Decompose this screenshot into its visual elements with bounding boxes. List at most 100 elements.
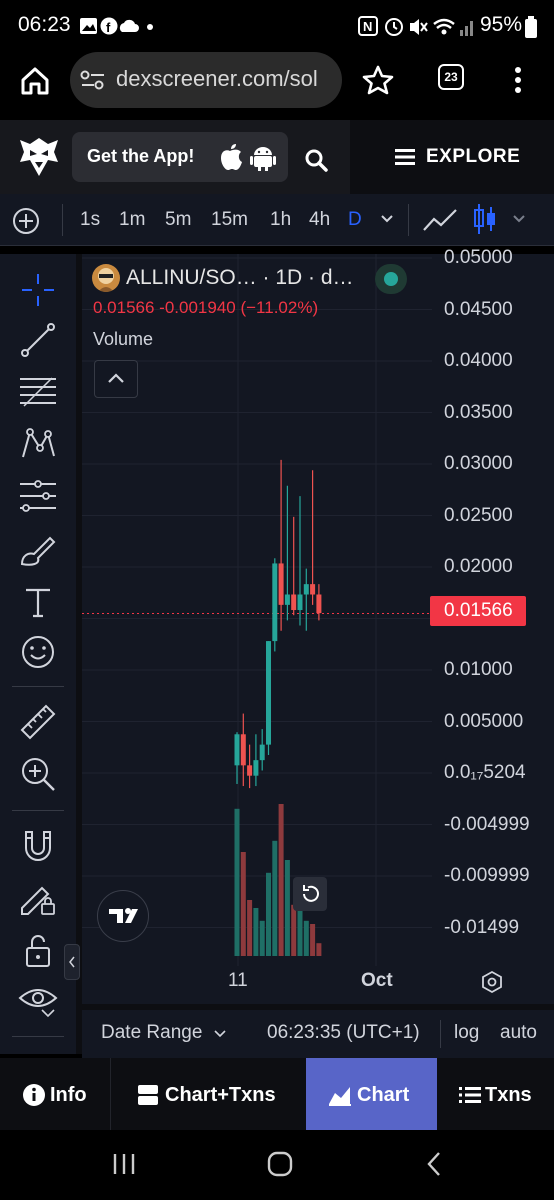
range-bar: Date Range 06:23:35 (UTC+1) log auto — [82, 1010, 554, 1058]
nav-txns[interactable]: Txns — [437, 1058, 554, 1130]
emoji-icon[interactable] — [18, 632, 58, 672]
volume-label: Volume — [93, 329, 154, 349]
legend-title[interactable]: ALLINU/SO… · 1D · d… — [126, 266, 354, 290]
date-range-button[interactable]: Date Range — [101, 1022, 202, 1044]
browser-toolbar: dexscreener.com/sol 23 — [0, 52, 554, 120]
visibility-icon[interactable] — [18, 980, 58, 1020]
nav-chart-txns-label: Chart+Txns — [165, 1084, 276, 1106]
candle-body — [253, 760, 259, 776]
fib-lines-icon[interactable] — [18, 372, 58, 412]
timeframe-15m[interactable]: 15m — [211, 209, 248, 231]
explore-button[interactable]: EXPLORE — [350, 120, 554, 194]
volume-bar — [291, 904, 297, 956]
log-scale-toggle[interactable]: log — [454, 1022, 479, 1044]
trend-line-icon[interactable] — [18, 320, 58, 360]
recent-apps-icon[interactable] — [112, 1152, 138, 1176]
reset-icon — [303, 885, 319, 902]
unlock-icon[interactable] — [18, 930, 58, 970]
clock-timezone[interactable]: 06:23:35 (UTC+1) — [267, 1022, 420, 1044]
collapse-legend-button[interactable] — [94, 360, 138, 398]
volume-bar — [297, 904, 303, 956]
site-header: Get the App! EXPLORE — [0, 120, 554, 194]
divider — [12, 1036, 64, 1037]
price-scale-label: -0.009999 — [444, 865, 530, 886]
divider — [440, 1020, 441, 1048]
chart-settings-icon[interactable] — [480, 970, 504, 994]
site-settings-icon[interactable] — [80, 69, 106, 91]
status-bar: 06:23 f N 95% — [0, 0, 554, 52]
explore-label: EXPLORE — [426, 146, 521, 167]
magnet-icon[interactable] — [18, 826, 58, 866]
chevron-down-icon[interactable] — [512, 214, 526, 224]
timeframe-d[interactable]: D — [348, 209, 362, 231]
chevron-left-icon — [69, 956, 75, 968]
area-chart-icon — [329, 1087, 351, 1106]
home-icon[interactable] — [20, 66, 50, 96]
price-scale-label: 0.05000 — [444, 247, 513, 268]
price-scale-label: 0.03000 — [444, 453, 513, 474]
price-scale-label: 0.03500 — [444, 401, 513, 423]
nav-info[interactable]: Info — [0, 1058, 110, 1130]
dexscreener-logo-icon[interactable] — [18, 134, 60, 178]
timeframe-1m[interactable]: 1m — [119, 209, 145, 231]
projection-icon[interactable] — [18, 476, 58, 516]
collapse-toolbar-button[interactable] — [64, 944, 80, 980]
candle-body — [266, 641, 271, 745]
candle-body — [284, 594, 290, 605]
volume-bar — [247, 900, 253, 956]
timeframe-5m[interactable]: 5m — [165, 209, 191, 231]
price-scale-label: 0.01000 — [444, 659, 513, 680]
address-bar[interactable]: dexscreener.com/sol — [70, 52, 342, 108]
volume-bar — [240, 852, 246, 956]
price-scale-label: -0.004999 — [444, 813, 530, 835]
chevron-down-icon[interactable] — [380, 214, 394, 224]
apple-icon — [221, 144, 242, 170]
candle-chart-type-icon[interactable] — [472, 202, 498, 236]
search-icon[interactable] — [304, 148, 328, 172]
pattern-icon[interactable] — [18, 424, 58, 464]
add-indicator-icon[interactable] — [12, 207, 40, 235]
volume-bar — [316, 943, 322, 956]
svg-text:N: N — [363, 19, 372, 34]
more-menu-icon[interactable] — [512, 66, 524, 96]
chevron-down-icon[interactable] — [214, 1030, 226, 1038]
timeframe-1h[interactable]: 1h — [270, 209, 291, 231]
nav-info-label: Info — [50, 1084, 87, 1106]
lock-drawings-icon[interactable] — [18, 878, 58, 918]
bookmark-star-icon[interactable] — [362, 65, 394, 95]
price-scale-label: 0.04500 — [444, 298, 513, 320]
brush-icon[interactable] — [18, 530, 58, 570]
current-price-badge: 0.01566 — [430, 596, 526, 626]
home-button-icon[interactable] — [266, 1150, 294, 1178]
current-price-value: 0.01566 — [444, 600, 513, 621]
reset-chart-button[interactable] — [293, 877, 327, 911]
svg-text:f: f — [106, 20, 111, 35]
divider — [408, 204, 409, 236]
candle-body — [259, 744, 265, 761]
nav-chart-txns[interactable]: Chart+Txns — [110, 1058, 306, 1130]
tab-switcher-button[interactable]: 23 — [438, 64, 464, 90]
volume-bar — [278, 804, 284, 956]
timeframe-1s[interactable]: 1s — [80, 209, 100, 231]
volume-bar — [253, 908, 259, 956]
bottom-nav: Info Chart+Txns Chart Txns — [0, 1058, 554, 1130]
candle-body — [278, 563, 284, 605]
volume-bar — [259, 920, 265, 956]
system-status-icons: N — [358, 16, 473, 36]
get-app-button[interactable]: Get the App! — [72, 132, 288, 182]
timeframe-4h[interactable]: 4h — [309, 209, 330, 231]
time-axis[interactable]: 11 Oct — [82, 966, 554, 1004]
text-tool-icon[interactable] — [18, 582, 58, 622]
back-icon[interactable] — [424, 1150, 444, 1178]
crosshair-icon[interactable] — [18, 270, 58, 310]
info-icon — [23, 1084, 45, 1106]
auto-scale-toggle[interactable]: auto — [500, 1022, 537, 1044]
nav-chart[interactable]: Chart — [306, 1058, 437, 1130]
zoom-in-icon[interactable] — [18, 754, 58, 794]
ruler-icon[interactable] — [18, 702, 58, 742]
volume-bar — [234, 808, 240, 956]
tradingview-logo-icon[interactable] — [97, 890, 149, 942]
candle-body — [303, 584, 309, 595]
line-chart-type-icon[interactable] — [422, 206, 458, 234]
price-scale-label: 0.0₁₇5204 — [444, 762, 526, 783]
